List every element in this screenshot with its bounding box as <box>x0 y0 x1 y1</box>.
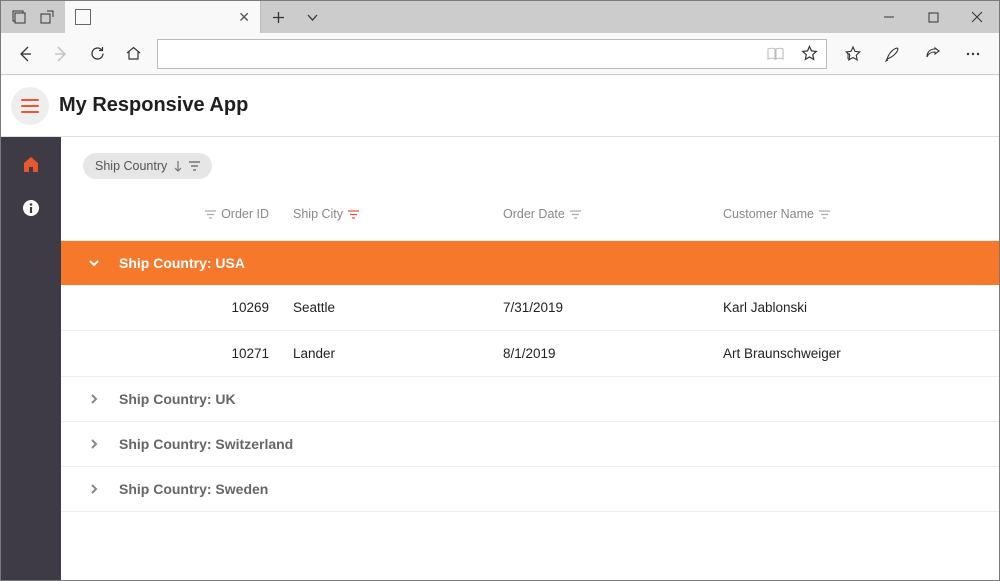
group-row-sweden[interactable]: Ship Country: Sweden <box>61 466 999 511</box>
group-header-label: Ship Country: UK <box>119 391 236 407</box>
column-label: Customer Name <box>723 207 814 221</box>
forward-button[interactable] <box>43 36 79 72</box>
cell-order-id: 10271 <box>61 330 281 376</box>
filter-icon <box>348 210 359 219</box>
tab-preview-icon[interactable] <box>33 1 61 33</box>
browser-toolbar <box>1 33 999 75</box>
close-tab-icon[interactable]: ✕ <box>238 9 250 26</box>
chevron-down-icon <box>87 256 101 270</box>
group-area: Ship Country <box>61 137 999 189</box>
favorites-icon[interactable] <box>833 36 873 72</box>
group-header-label: Ship Country: Switzerland <box>119 436 293 452</box>
group-row-uk[interactable]: Ship Country: UK <box>61 376 999 421</box>
column-label: Order ID <box>221 207 269 221</box>
tab-dropdown-icon[interactable] <box>295 1 329 33</box>
main-content: Ship Country Order ID Ship City <box>61 137 999 580</box>
group-row-usa[interactable]: Ship Country: USA <box>61 240 999 285</box>
more-icon[interactable] <box>953 36 993 72</box>
reading-view-icon[interactable] <box>758 47 792 61</box>
app-header: My Responsive App <box>1 75 999 137</box>
group-chip-label: Ship Country <box>95 159 167 173</box>
notes-icon[interactable] <box>873 36 913 72</box>
group-header-label: Ship Country: USA <box>119 255 245 271</box>
cell-order-id: 10269 <box>61 285 281 331</box>
cell-order-date: 8/1/2019 <box>491 330 711 376</box>
data-grid: Order ID Ship City Order Date <box>61 189 999 512</box>
home-button[interactable] <box>115 36 151 72</box>
close-window-button[interactable] <box>955 1 999 33</box>
sidebar-info-icon[interactable] <box>20 197 42 219</box>
sort-asc-icon <box>173 160 183 172</box>
column-label: Order Date <box>503 207 565 221</box>
tab-actions <box>261 1 329 33</box>
share-icon[interactable] <box>913 36 953 72</box>
cell-customer-name: Art Braunschweiger <box>711 330 999 376</box>
maximize-button[interactable] <box>911 1 955 33</box>
new-tab-button[interactable] <box>261 1 295 33</box>
chevron-right-icon <box>87 437 101 451</box>
group-header-label: Ship Country: Sweden <box>119 481 268 497</box>
page-icon <box>75 9 91 25</box>
back-button[interactable] <box>7 36 43 72</box>
sidebar-home-icon[interactable] <box>20 153 42 175</box>
browser-titlebar: ✕ <box>1 1 999 33</box>
filter-icon <box>570 210 581 219</box>
favorite-star-icon[interactable] <box>792 45 826 62</box>
app-title: My Responsive App <box>59 94 248 117</box>
toolbar-right <box>833 36 993 72</box>
tabs-aside-icon[interactable] <box>5 1 33 33</box>
window-controls <box>867 1 999 33</box>
browser-tab[interactable]: ✕ <box>65 1 261 33</box>
cell-customer-name: Karl Jablonski <box>711 285 999 331</box>
titlebar-left <box>1 1 65 33</box>
group-row-switzerland[interactable]: Ship Country: Switzerland <box>61 421 999 466</box>
column-header-ship-city[interactable]: Ship City <box>281 189 491 240</box>
column-label: Ship City <box>293 207 343 221</box>
column-header-order-id[interactable]: Order ID <box>61 189 281 240</box>
sidebar <box>1 137 61 580</box>
column-header-order-date[interactable]: Order Date <box>491 189 711 240</box>
cell-order-date: 7/31/2019 <box>491 285 711 331</box>
filter-icon <box>205 210 216 219</box>
filter-icon <box>819 210 830 219</box>
hamburger-menu-button[interactable] <box>11 87 49 125</box>
group-chip-ship-country[interactable]: Ship Country <box>83 153 212 179</box>
cell-ship-city: Lander <box>281 330 491 376</box>
filter-icon <box>189 161 200 171</box>
refresh-button[interactable] <box>79 36 115 72</box>
cell-ship-city: Seattle <box>281 285 491 331</box>
address-bar[interactable] <box>157 39 827 69</box>
column-header-customer-name[interactable]: Customer Name <box>711 189 999 240</box>
chevron-right-icon <box>87 482 101 496</box>
chevron-right-icon <box>87 392 101 406</box>
table-row[interactable]: 10269 Seattle 7/31/2019 Karl Jablonski <box>61 285 999 331</box>
minimize-button[interactable] <box>867 1 911 33</box>
app-body: Ship Country Order ID Ship City <box>1 137 999 580</box>
table-row[interactable]: 10271 Lander 8/1/2019 Art Braunschweiger <box>61 330 999 376</box>
